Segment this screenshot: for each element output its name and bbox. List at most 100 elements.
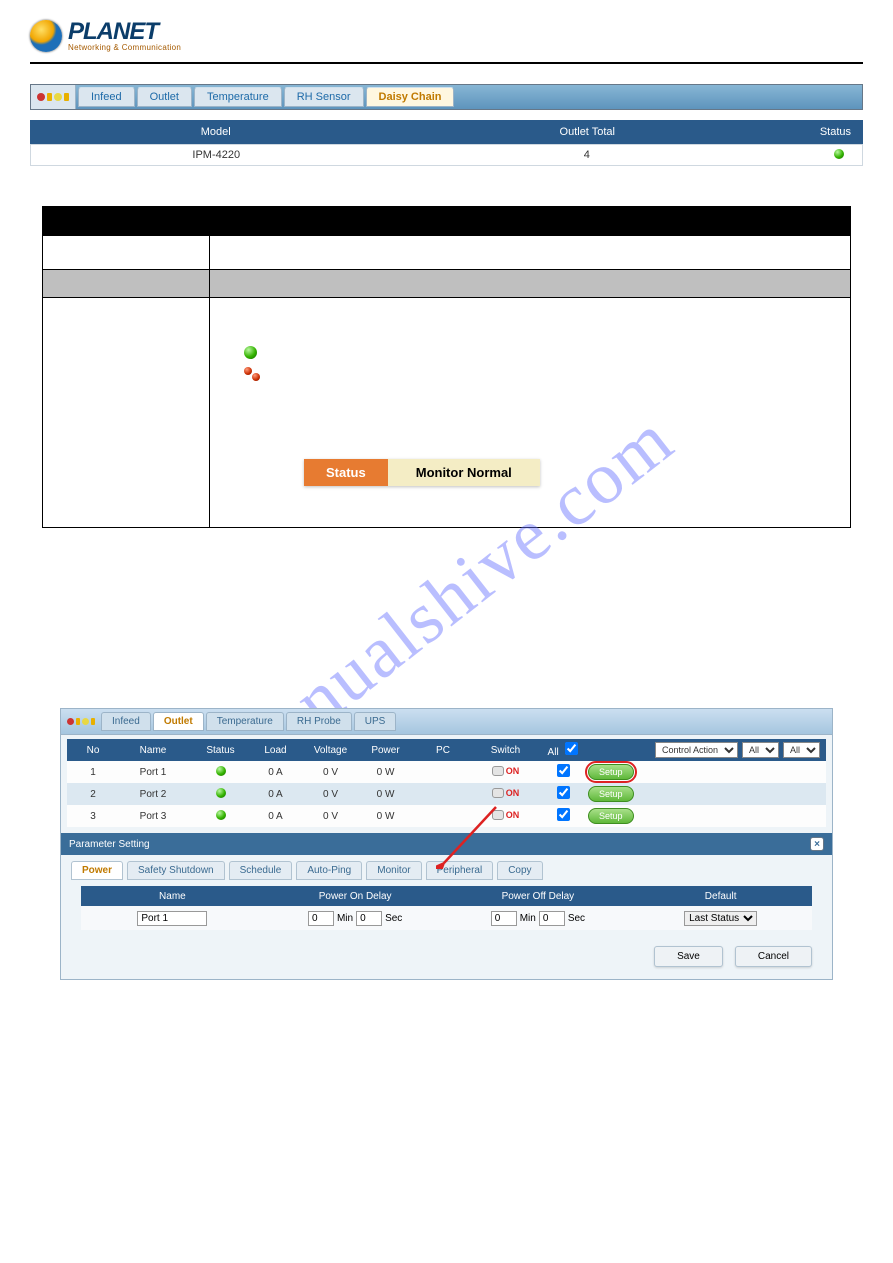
row-checkbox: [538, 764, 588, 780]
outlet-screenshot: Infeed Outlet Temperature RH Probe UPS N…: [60, 708, 833, 980]
row-name: Port 1: [113, 767, 193, 778]
tab-temperature[interactable]: Temperature: [194, 87, 282, 107]
legend-green-icon: [244, 346, 257, 359]
outlet-row: 1Port 10 A0 V0 WONSetup: [67, 761, 826, 783]
close-icon[interactable]: ×: [810, 837, 824, 851]
col-name: Name: [113, 745, 193, 756]
row-select-checkbox[interactable]: [557, 764, 570, 777]
explanation-title-bar: [43, 207, 850, 235]
row-status: [193, 788, 248, 801]
outlet-row: 3Port 30 A0 V0 WONSetup: [67, 805, 826, 827]
row-select-checkbox[interactable]: [557, 808, 570, 821]
tab-bar-daisy-chain: Infeed Outlet Temperature RH Sensor Dais…: [30, 84, 863, 110]
status-green-icon: [216, 766, 226, 776]
row-status: [193, 766, 248, 779]
parameter-cols-header: Name Power On Delay Power Off Delay Defa…: [81, 886, 812, 906]
yellow-dot-icon: [82, 718, 89, 725]
tab-outlet[interactable]: Outlet: [137, 87, 192, 107]
status-indicator-box: [31, 85, 76, 109]
ptab-schedule[interactable]: Schedule: [229, 861, 293, 880]
tab-rh-sensor[interactable]: RH Sensor: [284, 87, 364, 107]
col-load: Load: [248, 745, 303, 756]
col-status: Status: [193, 745, 248, 756]
red-dot-icon: [37, 93, 45, 101]
col-power: Power: [358, 745, 413, 756]
row-switch: ON: [473, 766, 538, 779]
amber-bar-icon: [47, 93, 52, 101]
row-voltage: 0 V: [303, 789, 358, 800]
all-select-2[interactable]: All: [783, 742, 820, 758]
tab2-ups[interactable]: UPS: [354, 712, 397, 731]
row-no: 1: [73, 767, 113, 778]
tab-daisy-chain[interactable]: Daisy Chain: [366, 87, 455, 107]
switch-toggle-icon[interactable]: [492, 810, 504, 820]
row-select-checkbox[interactable]: [557, 786, 570, 799]
row-switch: ON: [473, 810, 538, 823]
switch-toggle-icon[interactable]: [492, 788, 504, 798]
status-pill: Status Monitor Normal: [304, 459, 540, 486]
poff-sec-input[interactable]: [539, 911, 565, 926]
poff-min-input[interactable]: [491, 911, 517, 926]
explanation-table: Status Monitor Normal: [42, 206, 851, 528]
ptab-monitor[interactable]: Monitor: [366, 861, 421, 880]
setup-button[interactable]: Setup: [588, 808, 634, 824]
model-value: IPM-4220: [31, 149, 402, 161]
all-checkbox[interactable]: [565, 742, 578, 755]
pon-sec-input[interactable]: [356, 911, 382, 926]
daisy-chain-table-row: IPM-4220 4: [30, 144, 863, 166]
col-model: Model: [30, 126, 402, 138]
status-green-icon: [216, 788, 226, 798]
pcol-name: Name: [81, 891, 264, 902]
status-pill-label: Status: [304, 459, 388, 486]
parameter-buttons: Save Cancel: [61, 930, 832, 979]
tab-infeed[interactable]: Infeed: [78, 87, 135, 107]
legend-disconnected-icon: [244, 367, 260, 381]
tab2-outlet[interactable]: Outlet: [153, 712, 204, 731]
col-status: Status: [773, 126, 863, 138]
ptab-safety-shutdown[interactable]: Safety Shutdown: [127, 861, 225, 880]
outlet-table-header: No Name Status Load Voltage Power PC Swi…: [67, 739, 826, 761]
ptab-auto-ping[interactable]: Auto-Ping: [296, 861, 362, 880]
row-power: 0 W: [358, 811, 413, 822]
save-button[interactable]: Save: [654, 946, 723, 967]
ptab-peripheral[interactable]: Peripheral: [426, 861, 494, 880]
row-load: 0 A: [248, 811, 303, 822]
col-all: All: [538, 742, 588, 758]
row-checkbox: [538, 808, 588, 824]
switch-toggle-icon[interactable]: [492, 766, 504, 776]
row-power: 0 W: [358, 767, 413, 778]
row-load: 0 A: [248, 767, 303, 778]
brand-header: PLANET Networking & Communication: [30, 20, 863, 52]
outlet-row: 2Port 20 A0 V0 WONSetup: [67, 783, 826, 805]
tab2-temperature[interactable]: Temperature: [206, 712, 284, 731]
daisy-chain-table-header: Model Outlet Total Status: [30, 120, 863, 144]
sec-label: Sec: [568, 913, 585, 924]
cancel-button[interactable]: Cancel: [735, 946, 812, 967]
row-name: Port 3: [113, 811, 193, 822]
amber-bar-icon: [91, 718, 95, 725]
tab2-infeed[interactable]: Infeed: [101, 712, 151, 731]
pcol-power-on-delay: Power On Delay: [264, 891, 447, 902]
setup-button[interactable]: Setup: [588, 786, 634, 802]
col-no: No: [73, 745, 113, 756]
amber-bar-icon: [64, 93, 69, 101]
row-status: [193, 810, 248, 823]
row-no: 2: [73, 789, 113, 800]
col-switch: Switch: [473, 745, 538, 756]
control-action-select[interactable]: Control Action: [655, 742, 738, 758]
all-select-1[interactable]: All: [742, 742, 779, 758]
status-pill-value: Monitor Normal: [388, 459, 540, 486]
col-outlet-total: Outlet Total: [402, 126, 774, 138]
pon-min-input[interactable]: [308, 911, 334, 926]
default-select[interactable]: Last Status: [684, 911, 757, 926]
status-green-icon: [834, 149, 844, 159]
setup-button[interactable]: Setup: [588, 764, 634, 780]
param-name-input[interactable]: [137, 911, 207, 926]
row-switch: ON: [473, 788, 538, 801]
col-voltage: Voltage: [303, 745, 358, 756]
tab2-rh-probe[interactable]: RH Probe: [286, 712, 352, 731]
tab-bar-outlet: Infeed Outlet Temperature RH Probe UPS: [61, 709, 832, 735]
ptab-power[interactable]: Power: [71, 861, 123, 880]
ptab-copy[interactable]: Copy: [497, 861, 542, 880]
col-pc: PC: [413, 745, 473, 756]
